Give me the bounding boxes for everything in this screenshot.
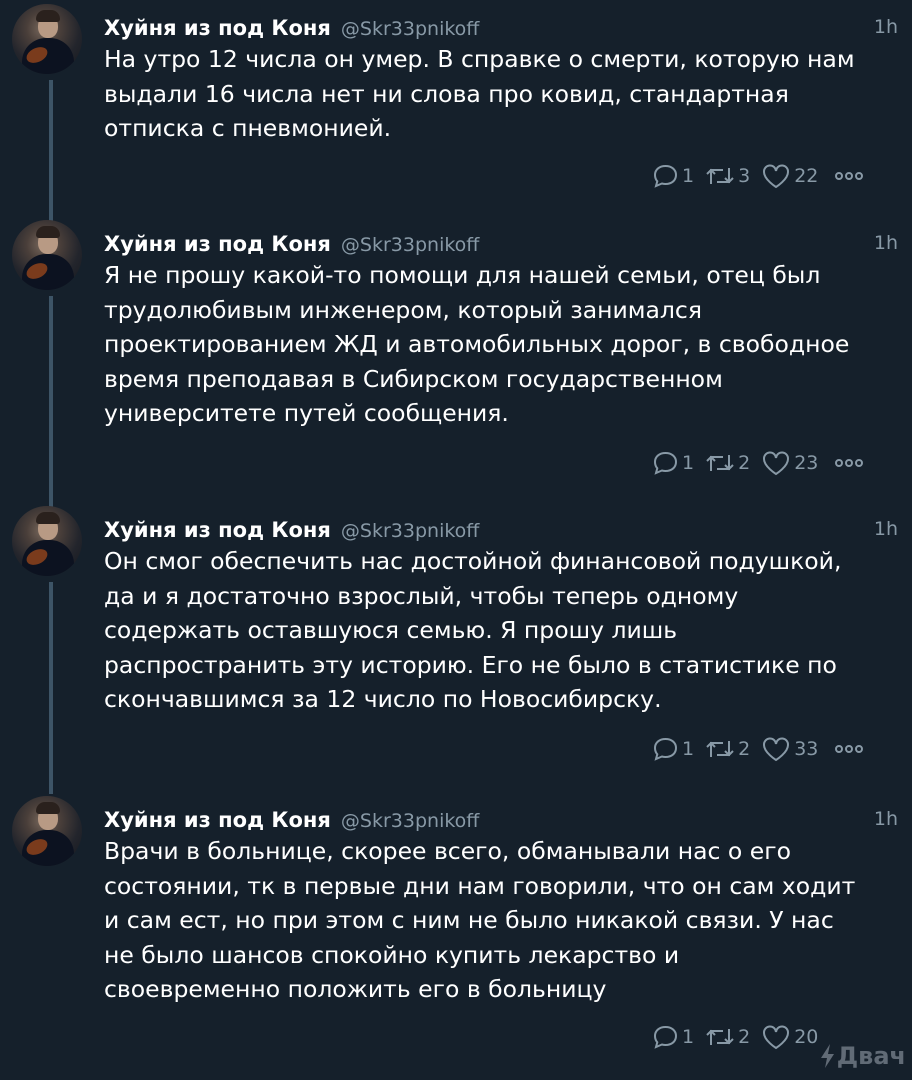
reply-count: 1 [682, 738, 695, 760]
tweet[interactable]: Хуйня из под Коня @Skr33pnikoff 1h На ут… [0, 4, 912, 204]
retweet-button[interactable]: 2 [704, 449, 754, 477]
tweet[interactable]: Хуйня из под Коня @Skr33pnikoff 1h Я не … [0, 220, 912, 490]
lightning-icon [820, 1044, 834, 1068]
retweet-icon [706, 168, 734, 184]
tweet-time[interactable]: 1h [874, 232, 898, 254]
author-handle[interactable]: @Skr33pnikoff [341, 234, 479, 256]
like-count: 22 [794, 165, 819, 187]
tweet-time[interactable]: 1h [874, 518, 898, 540]
like-count: 20 [794, 1026, 819, 1048]
tweet[interactable]: Хуйня из под Коня @Skr33pnikoff 1h Врачи… [0, 796, 912, 1066]
tweet-thread: Хуйня из под Коня @Skr33pnikoff 1h На ут… [0, 0, 912, 1080]
retweet-icon [706, 455, 734, 471]
more-button[interactable] [834, 744, 864, 754]
reply-count: 1 [682, 1026, 695, 1048]
reply-button[interactable]: 1 [650, 449, 698, 477]
tweet-text: На утро 12 числа он умер. В справке о см… [104, 45, 855, 142]
tweet-header: Хуйня из под Коня @Skr33pnikoff [104, 518, 479, 546]
like-button[interactable]: 22 [760, 162, 822, 190]
tweet-header: Хуйня из под Коня @Skr33pnikoff [104, 16, 479, 44]
more-icon [835, 745, 864, 753]
author-handle[interactable]: @Skr33pnikoff [341, 520, 479, 542]
like-button[interactable]: 33 [760, 735, 822, 763]
like-button[interactable]: 20 [760, 1023, 822, 1051]
tweet-actions: 1 2 23 [650, 448, 864, 478]
avatar[interactable] [12, 220, 82, 290]
like-count: 33 [794, 738, 819, 760]
reply-icon [653, 164, 678, 188]
reply-button[interactable]: 1 [650, 735, 698, 763]
tweet-actions: 1 3 22 [650, 161, 864, 191]
avatar[interactable] [12, 506, 82, 576]
more-button[interactable] [834, 171, 864, 181]
author-name[interactable]: Хуйня из под Коня [104, 16, 331, 40]
author-name[interactable]: Хуйня из под Коня [104, 808, 331, 832]
watermark-text: Двач [836, 1042, 906, 1070]
tweet-time[interactable]: 1h [874, 16, 898, 38]
avatar[interactable] [12, 796, 82, 866]
like-button[interactable]: 23 [760, 449, 822, 477]
retweet-icon [706, 741, 734, 757]
tweet-header: Хуйня из под Коня @Skr33pnikoff [104, 232, 479, 260]
watermark: Двач [819, 1042, 906, 1070]
author-name[interactable]: Хуйня из под Коня [104, 518, 331, 542]
tweet-actions: 1 2 20 [650, 1022, 828, 1052]
retweet-button[interactable]: 3 [704, 162, 754, 190]
tweet-text: Врачи в больнице, скорее всего, обманыва… [104, 837, 856, 1003]
author-handle[interactable]: @Skr33pnikoff [341, 810, 479, 832]
retweet-count: 2 [738, 738, 751, 760]
avatar[interactable] [12, 4, 82, 74]
more-icon [835, 459, 864, 467]
reply-count: 1 [682, 452, 695, 474]
author-handle[interactable]: @Skr33pnikoff [341, 18, 479, 40]
retweet-count: 2 [738, 452, 751, 474]
retweet-count: 3 [738, 165, 751, 187]
reply-count: 1 [682, 165, 695, 187]
retweet-count: 2 [738, 1026, 751, 1048]
reply-icon [653, 737, 678, 761]
tweet[interactable]: Хуйня из под Коня @Skr33pnikoff 1h Он см… [0, 506, 912, 776]
reply-button[interactable]: 1 [650, 1023, 698, 1051]
like-count: 23 [794, 452, 819, 474]
tweet-actions: 1 2 33 [650, 734, 864, 764]
more-button[interactable] [834, 458, 864, 468]
retweet-button[interactable]: 2 [704, 1023, 754, 1051]
like-icon [763, 164, 790, 189]
reply-button[interactable]: 1 [650, 162, 698, 190]
tweet-text: Он смог обеспечить нас достойной финансо… [104, 547, 842, 713]
more-icon [835, 172, 864, 180]
like-icon [763, 737, 790, 762]
retweet-button[interactable]: 2 [704, 735, 754, 763]
reply-icon [653, 1025, 678, 1049]
reply-icon [653, 451, 678, 475]
like-icon [763, 451, 790, 476]
author-name[interactable]: Хуйня из под Коня [104, 232, 331, 256]
like-icon [763, 1025, 790, 1050]
tweet-header: Хуйня из под Коня @Skr33pnikoff [104, 808, 479, 836]
tweet-text: Я не прошу какой-то помощи для нашей сем… [104, 261, 850, 427]
retweet-icon [706, 1029, 734, 1045]
tweet-time[interactable]: 1h [874, 808, 898, 830]
